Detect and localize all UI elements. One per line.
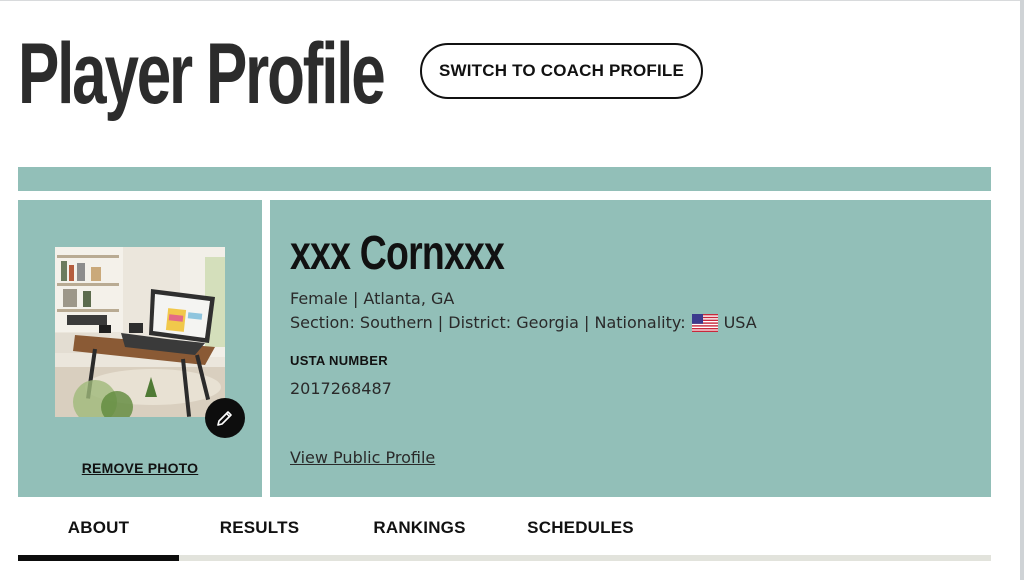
tab-rankings[interactable]: RANKINGS [339, 500, 500, 556]
nationality-value: USA [723, 313, 757, 332]
active-tab-indicator [18, 555, 179, 561]
profile-banner [18, 167, 991, 191]
us-flag-icon [691, 313, 718, 332]
remove-photo-link[interactable]: REMOVE PHOTO [18, 460, 262, 476]
photo-panel: REMOVE PHOTO [18, 200, 262, 497]
profile-tabs: ABOUT RESULTS RANKINGS SCHEDULES [18, 500, 991, 562]
section-district-text: Section: Southern | District: Georgia | … [290, 313, 686, 332]
usta-number-label: USTA NUMBER [290, 353, 388, 368]
edit-photo-button[interactable] [205, 398, 245, 438]
page-title: Player Profile [18, 26, 386, 122]
player-name: xxx Cornxxx [290, 227, 505, 280]
window-top-border [0, 0, 1024, 1]
profile-info-panel: xxx Cornxxx Female | Atlanta, GA Section… [270, 200, 991, 497]
profile-photo-image [55, 247, 225, 417]
pencil-icon [217, 411, 232, 426]
usta-number-value: 2017268487 [290, 379, 392, 398]
gender-location: Female | Atlanta, GA [290, 289, 455, 308]
section-district-nationality: Section: Southern | District: Georgia | … [290, 313, 757, 332]
profile-photo [55, 247, 225, 417]
tab-results[interactable]: RESULTS [179, 500, 340, 556]
view-public-profile-link[interactable]: View Public Profile [290, 448, 435, 467]
tab-about[interactable]: ABOUT [18, 500, 179, 556]
window-scrollbar-edge [1020, 0, 1024, 580]
switch-to-coach-profile-button[interactable]: SWITCH TO COACH PROFILE [420, 43, 703, 99]
tab-schedules[interactable]: SCHEDULES [500, 500, 661, 556]
